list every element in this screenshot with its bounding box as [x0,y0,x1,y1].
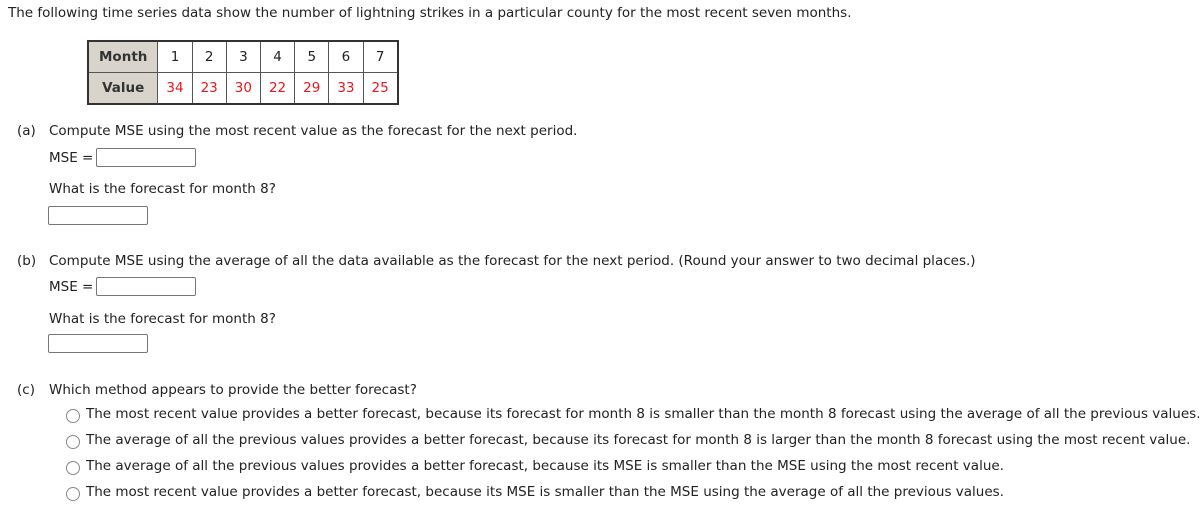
month-cell: 2 [191,40,227,73]
radio-button[interactable] [66,461,80,475]
part-b-mse-label: MSE = [49,279,94,295]
part-b-tag: (b) [17,253,37,269]
month-cell: 3 [225,40,261,73]
part-c-question: Which method appears to provide the bett… [49,382,417,398]
month-cell: 7 [362,40,399,73]
month-cell: 1 [157,40,193,73]
part-b-forecast-input[interactable] [48,334,148,353]
radio-button[interactable] [66,487,80,501]
data-table: Month 1 2 3 4 5 6 7 Value 34 23 30 22 29… [87,40,399,105]
part-b-forecast-question: What is the forecast for month 8? [49,311,276,327]
value-row: Value 34 23 30 22 29 33 25 [87,72,399,105]
value-cell: 25 [362,72,399,105]
part-a-forecast-input[interactable] [48,206,148,225]
value-cell: 23 [191,72,227,105]
part-c-tag: (c) [17,382,35,398]
month-header: Month [87,40,159,73]
part-a-mse-input[interactable] [96,148,196,167]
radio-button[interactable] [66,409,80,423]
month-row: Month 1 2 3 4 5 6 7 [87,40,399,73]
option-label[interactable]: The average of all the previous values p… [86,432,1190,448]
option-label[interactable]: The most recent value provides a better … [86,406,1200,422]
value-cell: 30 [225,72,261,105]
part-a-question: Compute MSE using the most recent value … [49,123,578,139]
month-cell: 4 [259,40,296,73]
value-cell: 34 [157,72,193,105]
intro-text: The following time series data show the … [8,5,852,21]
option-label[interactable]: The most recent value provides a better … [86,484,1004,500]
value-cell: 33 [328,72,364,105]
part-a-tag: (a) [17,123,36,139]
option-label[interactable]: The average of all the previous values p… [86,458,1004,474]
value-header: Value [87,72,159,105]
value-cell: 29 [294,72,330,105]
radio-button[interactable] [66,435,80,449]
part-b-mse-input[interactable] [96,277,196,296]
part-a-mse-label: MSE = [49,150,94,166]
month-cell: 6 [328,40,364,73]
value-cell: 22 [259,72,296,105]
part-a-forecast-question: What is the forecast for month 8? [49,181,276,197]
month-cell: 5 [294,40,330,73]
part-b-question: Compute MSE using the average of all the… [49,253,976,269]
